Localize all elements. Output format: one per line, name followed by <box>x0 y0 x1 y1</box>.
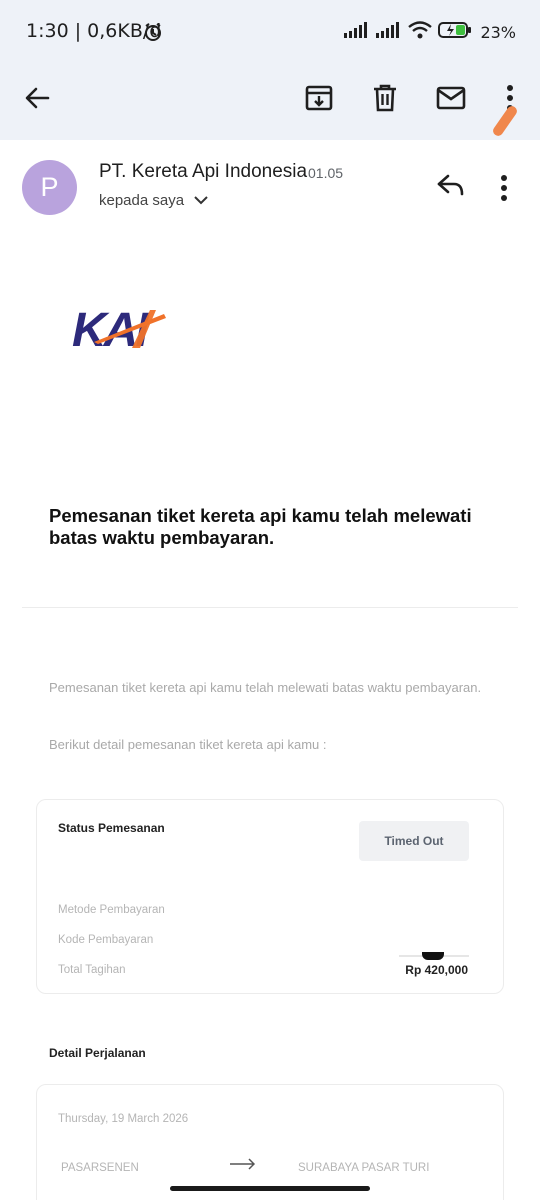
redacted-area <box>422 952 444 960</box>
gesture-nav-handle[interactable] <box>170 1186 370 1191</box>
signal-icon <box>344 22 370 43</box>
divider <box>22 607 518 608</box>
reply-icon[interactable] <box>436 173 466 202</box>
section-title: Detail Perjalanan <box>49 1046 146 1060</box>
total-value: Rp 420,000 <box>405 963 468 977</box>
email-headline: Pemesanan tiket kereta api kamu telah me… <box>49 505 472 548</box>
chevron-down-icon <box>194 192 208 209</box>
body-paragraph: Pemesanan tiket kereta api kamu telah me… <box>49 680 482 695</box>
card-title: Status Pemesanan <box>58 821 165 835</box>
recipient-toggle[interactable]: kepada saya <box>99 192 208 209</box>
status-badge: Timed Out <box>359 821 469 861</box>
sender-name[interactable]: PT. Kereta Api Indonesia <box>99 161 307 183</box>
trip-card: Thursday, 19 March 2026 PASARSENEN SURAB… <box>36 1084 504 1200</box>
recipient-label: kepada saya <box>99 192 185 209</box>
alarm-icon <box>143 22 163 47</box>
avatar[interactable]: P <box>22 160 77 215</box>
sender-header: P PT. Kereta Api Indonesia 01.05 kepada … <box>0 140 540 240</box>
kai-logo: KAI <box>72 304 170 357</box>
mark-unread-icon[interactable] <box>431 78 471 118</box>
arrow-right-icon <box>230 1157 256 1175</box>
order-status-card: Status Pemesanan Timed Out Metode Pembay… <box>36 799 504 994</box>
wifi-icon <box>408 21 433 44</box>
signal-icon <box>376 22 402 43</box>
payment-code-label: Kode Pembayaran <box>58 934 154 946</box>
status-bar: 1:30 | 0,6KB/d 23% <box>0 0 540 64</box>
archive-icon[interactable] <box>299 78 339 118</box>
body-paragraph: Berikut detail pemesanan tiket kereta ap… <box>49 737 327 752</box>
total-label: Total Tagihan <box>58 964 126 976</box>
origin-station: PASARSENEN <box>61 1162 139 1174</box>
battery-percent: 23% <box>480 23 516 42</box>
email-time: 01.05 <box>308 165 344 181</box>
status-icons: 23% <box>344 21 516 44</box>
trip-date: Thursday, 19 March 2026 <box>58 1113 189 1125</box>
app-bar <box>0 64 540 140</box>
payment-method-label: Metode Pembayaran <box>58 904 165 916</box>
destination-station: SURABAYA PASAR TURI <box>298 1162 430 1174</box>
more-vert-icon[interactable] <box>500 175 508 206</box>
back-arrow-icon[interactable] <box>17 78 57 118</box>
battery-icon <box>438 21 472 44</box>
delete-icon[interactable] <box>365 78 405 118</box>
status-time: 1:30 | 0,6KB/d <box>26 20 162 42</box>
